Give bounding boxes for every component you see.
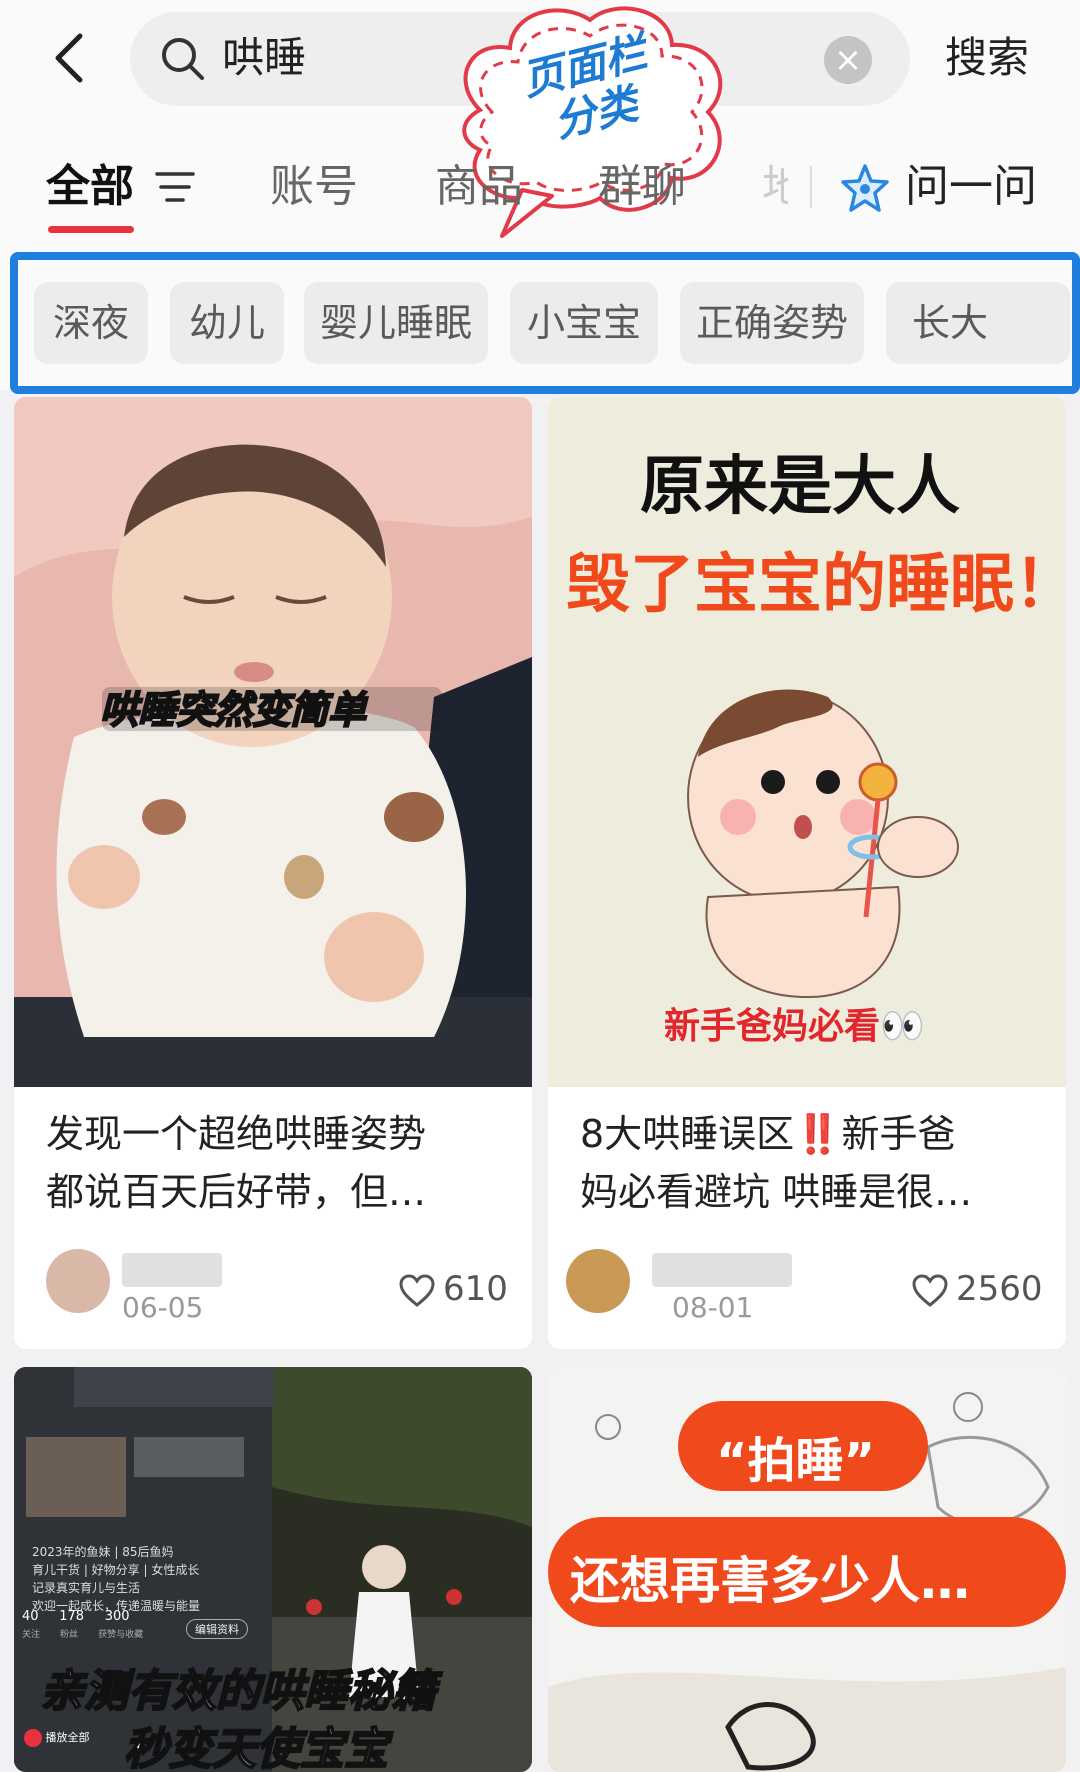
note-card[interactable]: 哄睡突然变简单 发现一个超绝哄睡姿势 都说百天后好带，但… 06-05 610 (14, 397, 532, 1349)
clear-search-button[interactable]: × (824, 36, 872, 84)
note-card[interactable]: “拍睡” 还想再害多少人… (548, 1367, 1066, 1772)
chip-late-night[interactable]: 深夜 (34, 282, 148, 364)
cover-subheadline: 还想再害多少人… (570, 1552, 970, 1610)
cover-headline: 原来是大人 (640, 450, 960, 524)
note-date: 06-05 (122, 1291, 204, 1324)
stat-following: 40 (22, 1609, 39, 1624)
note-title-line-1: 发现一个超绝哄睡姿势 (46, 1112, 427, 1156)
author-avatar[interactable] (566, 1249, 630, 1313)
like-button[interactable]: 610 (399, 1267, 508, 1311)
tab-all[interactable]: 全部 (46, 158, 134, 216)
author-avatar[interactable] (46, 1249, 110, 1313)
chip-correct-posture[interactable]: 正确姿势 (680, 282, 864, 364)
tab-location[interactable]: 地 (762, 158, 788, 216)
bio-line: 2023年的鱼妹 | 85后鱼妈 (32, 1545, 174, 1559)
tab-bar: 全部 账号 商品 群聊 地 问一问 (0, 140, 1080, 240)
note-card[interactable]: 2023年的鱼妹 | 85后鱼妈 育儿干货 | 好物分享 | 女性成长 记录真实… (14, 1367, 532, 1772)
heart-icon (399, 1274, 435, 1307)
play-all-label: 播放全部 (24, 1729, 90, 1747)
cover-caption: 哄睡突然变简单 (99, 687, 367, 733)
edit-profile-button: 编辑资料 (186, 1619, 248, 1639)
cover-headline: “拍睡” (716, 1433, 876, 1489)
stat-label: 粉丝 (60, 1630, 79, 1640)
note-card[interactable]: 原来是大人 毁了宝宝的睡眠！ 新手爸妈必看👀 8大哄睡误区‼️新手爸 妈必看避坑… (548, 397, 1066, 1349)
stat-label: 关注 (22, 1630, 41, 1640)
chevron-left-icon (55, 33, 83, 83)
chip-little-baby[interactable]: 小宝宝 (510, 282, 658, 364)
cover-caption-2: 秒变天使宝宝 (123, 1723, 389, 1772)
cover-subheadline: 毁了宝宝的睡眠！ (566, 548, 1066, 622)
note-title-line-2: 都说百天后好带，但… (46, 1170, 427, 1214)
chip-toddler[interactable]: 幼儿 (170, 282, 284, 364)
tab-divider (810, 166, 812, 208)
filter-icon[interactable] (155, 170, 195, 204)
stat-label: 获赞与收藏 (98, 1630, 144, 1640)
search-header: 哄睡 × 搜索 页面栏 分类 全部 账号 商品 群聊 地 问一问 深夜 幼儿 婴… (0, 0, 1080, 394)
like-count: 2560 (956, 1269, 1043, 1309)
search-submit-button[interactable]: 搜索 (945, 30, 1029, 86)
chip-growing-up[interactable]: 长大 (886, 282, 1070, 364)
active-tab-indicator (48, 226, 134, 233)
note-title-line-1: 8大哄睡误区‼️新手爸 (580, 1112, 956, 1156)
like-button[interactable]: 2560 (912, 1267, 1043, 1311)
heart-icon (912, 1274, 948, 1307)
ask-button-label[interactable]: 问一问 (905, 158, 1037, 216)
note-title[interactable]: 8大哄睡误区‼️新手爸 妈必看避坑 哄睡是很… (580, 1105, 1040, 1221)
tab-products[interactable]: 商品 (435, 158, 523, 216)
search-query-text: 哄睡 (222, 33, 307, 82)
note-title-line-2: 妈必看避坑 哄睡是很… (580, 1170, 973, 1214)
profile-stats: 40 178 300 (22, 1609, 130, 1624)
author-name-blurred[interactable] (652, 1253, 792, 1287)
chip-infant-sleep[interactable]: 婴儿睡眠 (304, 282, 488, 364)
stat-followers: 178 (59, 1609, 85, 1624)
search-icon (162, 38, 204, 80)
back-button[interactable] (48, 28, 92, 88)
note-date: 08-01 (672, 1291, 754, 1324)
tab-groups[interactable]: 群聊 (598, 158, 686, 216)
play-all-text: 播放全部 (45, 1731, 90, 1744)
bio-line: 记录真实育儿与生活 (32, 1581, 141, 1595)
tab-accounts[interactable]: 账号 (270, 158, 358, 216)
profile-bio: 2023年的鱼妹 | 85后鱼妈 育儿干货 | 好物分享 | 女性成长 记录真实… (32, 1543, 252, 1615)
baby-sleeping-photo (14, 397, 532, 1087)
like-count: 610 (443, 1269, 508, 1309)
cover-tagline: 新手爸妈必看👀 (664, 1006, 925, 1047)
bio-line: 育儿干货 | 好物分享 | 女性成长 (32, 1563, 200, 1577)
ask-star-icon[interactable] (838, 162, 892, 216)
cover-caption: 亲测有效的哄睡秘籍 (39, 1665, 437, 1718)
note-title[interactable]: 发现一个超绝哄睡姿势 都说百天后好带，但… (46, 1105, 506, 1221)
profile-stat-labels: 关注 粉丝 获赞与收藏 (22, 1627, 143, 1640)
stat-likes: 300 (104, 1609, 130, 1624)
chip-row-highlight: 深夜 幼儿 婴儿睡眠 小宝宝 正确姿势 长大 (10, 252, 1080, 394)
play-icon (24, 1729, 42, 1747)
author-name-blurred[interactable] (122, 1253, 222, 1287)
